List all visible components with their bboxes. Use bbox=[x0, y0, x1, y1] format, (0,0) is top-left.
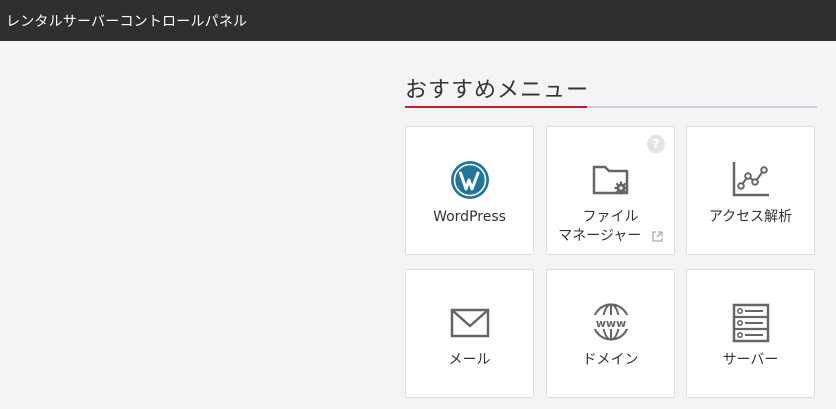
menu-card-label: アクセス解析 bbox=[708, 209, 793, 225]
section-title: おすすめメニュー bbox=[405, 78, 590, 103]
line-chart-icon bbox=[732, 162, 769, 197]
menu-card-file-manager[interactable]: ? ファイル マネージャー bbox=[546, 126, 675, 255]
menu-card-domain[interactable]: www ドメイン bbox=[546, 269, 675, 398]
folder-gear-icon bbox=[592, 165, 628, 195]
top-bar: レンタルサーバーコントロールパネル bbox=[0, 0, 836, 41]
menu-card-server[interactable]: サーバー bbox=[686, 269, 815, 398]
menu-card-wordpress[interactable]: WordPress bbox=[405, 126, 534, 255]
server-icon bbox=[732, 303, 769, 343]
menu-card-label: ドメイン bbox=[582, 352, 639, 368]
menu-card-label-line2-wrap: マネージャー bbox=[547, 227, 674, 246]
menu-card-label: サーバー bbox=[722, 352, 779, 368]
app-title: レンタルサーバーコントロールパネル bbox=[6, 13, 248, 30]
section-title-underline bbox=[405, 106, 587, 108]
menu-card-label-line2: マネージャー bbox=[558, 228, 642, 244]
mail-icon bbox=[450, 308, 489, 338]
menu-card-label: WordPress bbox=[433, 209, 506, 225]
menu-card-access-analysis[interactable]: アクセス解析 bbox=[686, 126, 815, 255]
menu-card-label-line1: ファイル bbox=[582, 209, 639, 225]
menu-card-mail[interactable]: メール bbox=[405, 269, 534, 398]
external-link-icon bbox=[652, 230, 663, 242]
www-globe-icon: www bbox=[591, 303, 630, 341]
menu-card-label: メール bbox=[448, 352, 491, 368]
section-header: おすすめメニュー bbox=[405, 72, 817, 108]
svg-text:www: www bbox=[595, 317, 626, 330]
wordpress-icon bbox=[450, 161, 489, 199]
help-icon[interactable]: ? bbox=[647, 135, 665, 153]
